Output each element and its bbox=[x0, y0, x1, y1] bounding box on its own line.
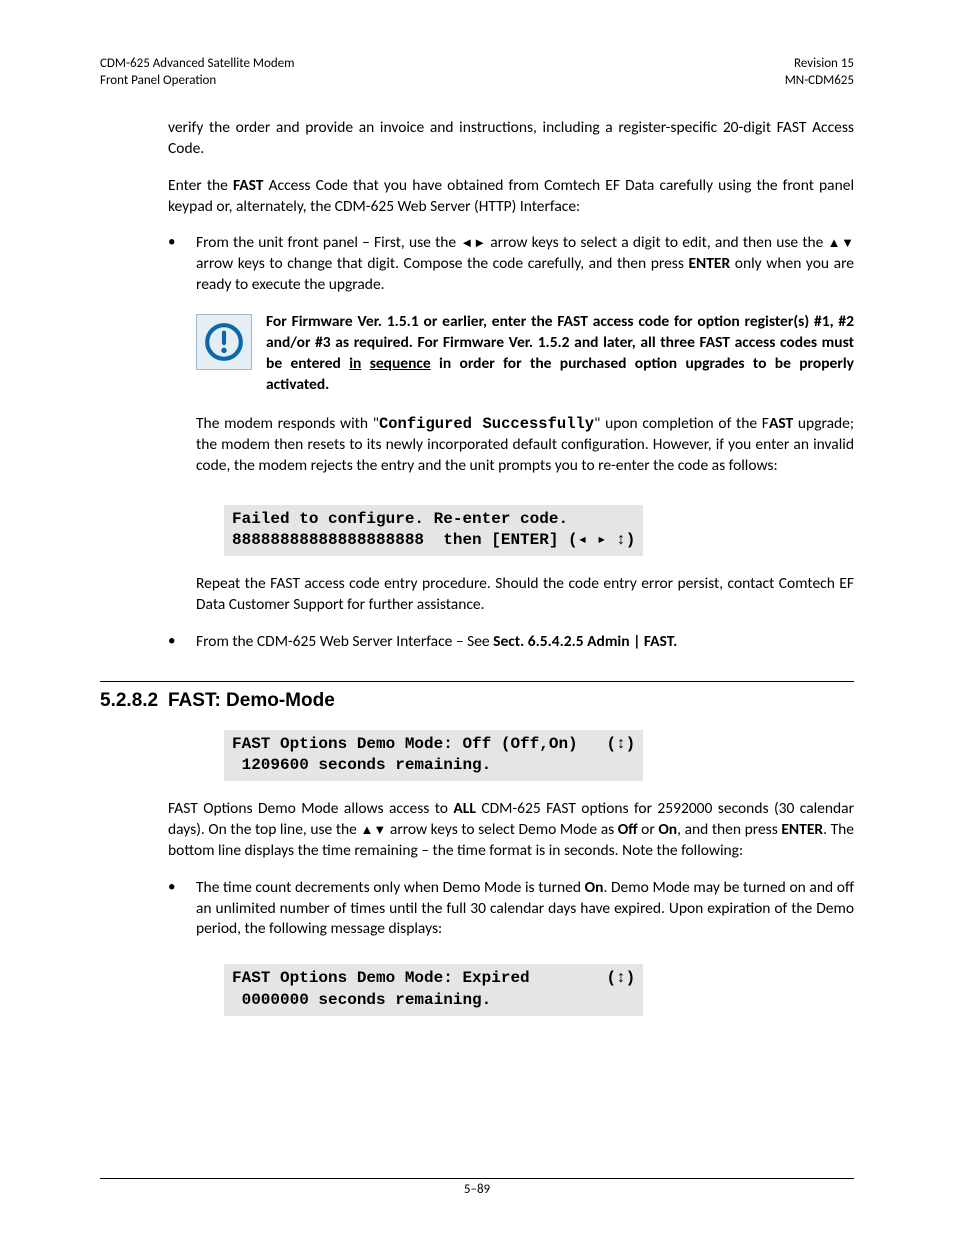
code-display-wrap: FAST Options Demo Mode: Off (Off,On) (↕)… bbox=[196, 730, 854, 799]
header-right: Revision 15 MN-CDM625 bbox=[785, 56, 854, 90]
body-content: verify the order and provide an invoice … bbox=[168, 118, 854, 653]
header-left: CDM-625 Advanced Satellite Modem Front P… bbox=[100, 56, 295, 90]
lcd-display: Failed to configure. Re-enter code. 8888… bbox=[224, 505, 643, 556]
section-number: 5.2.8.2 bbox=[100, 690, 168, 712]
header-docnum: MN-CDM625 bbox=[785, 73, 854, 90]
document-page: CDM-625 Advanced Satellite Modem Front P… bbox=[0, 0, 954, 1235]
bullet-item: • The time count decrements only when De… bbox=[168, 878, 854, 941]
bullet-item: • From the unit front panel – First, use… bbox=[168, 233, 854, 296]
paragraph: The modem responds with "Configured Succ… bbox=[196, 414, 854, 477]
paragraph: Enter the FAST Access Code that you have… bbox=[168, 176, 854, 218]
info-icon bbox=[196, 314, 252, 370]
code-display-wrap: Failed to configure. Re-enter code. 8888… bbox=[196, 493, 854, 574]
paragraph: FAST Options Demo Mode allows access to … bbox=[168, 799, 854, 862]
bullet-dot: • bbox=[168, 233, 196, 296]
bullet-item: • From the CDM-625 Web Server Interface … bbox=[168, 632, 854, 653]
up-down-arrows-icon: ▲▼ bbox=[360, 822, 386, 837]
section-body: FAST Options Demo Mode: Off (Off,On) (↕)… bbox=[168, 730, 854, 1034]
header-product: CDM-625 Advanced Satellite Modem bbox=[100, 56, 295, 73]
paragraph: Repeat the FAST access code entry proced… bbox=[196, 574, 854, 616]
bullet-dot: • bbox=[168, 632, 196, 653]
bullet-content: From the unit front panel – First, use t… bbox=[196, 233, 854, 296]
header-section: Front Panel Operation bbox=[100, 73, 295, 90]
footer-divider bbox=[100, 1178, 854, 1179]
section-heading: 5.2.8.2 FAST: Demo-Mode bbox=[100, 690, 854, 712]
section-divider bbox=[100, 681, 854, 682]
section-title: FAST: Demo-Mode bbox=[168, 690, 335, 712]
note-callout: For Firmware Ver. 1.5.1 or earlier, ente… bbox=[196, 312, 854, 396]
up-down-arrows-icon: ▲▼ bbox=[828, 235, 854, 250]
bullet-dot: • bbox=[168, 878, 196, 941]
bullet-content: From the CDM-625 Web Server Interface – … bbox=[196, 632, 854, 653]
bullet-content: The time count decrements only when Demo… bbox=[196, 878, 854, 941]
note-text: For Firmware Ver. 1.5.1 or earlier, ente… bbox=[266, 312, 854, 396]
header-revision: Revision 15 bbox=[785, 56, 854, 73]
page-header: CDM-625 Advanced Satellite Modem Front P… bbox=[100, 56, 854, 90]
page-number: 5–89 bbox=[0, 1182, 954, 1197]
lcd-display: FAST Options Demo Mode: Off (Off,On) (↕)… bbox=[224, 730, 643, 781]
code-display-wrap: FAST Options Demo Mode: Expired (↕) 0000… bbox=[196, 952, 854, 1033]
lcd-display: FAST Options Demo Mode: Expired (↕) 0000… bbox=[224, 964, 643, 1015]
paragraph: verify the order and provide an invoice … bbox=[168, 118, 854, 160]
left-right-arrows-icon: ◄► bbox=[460, 235, 486, 250]
